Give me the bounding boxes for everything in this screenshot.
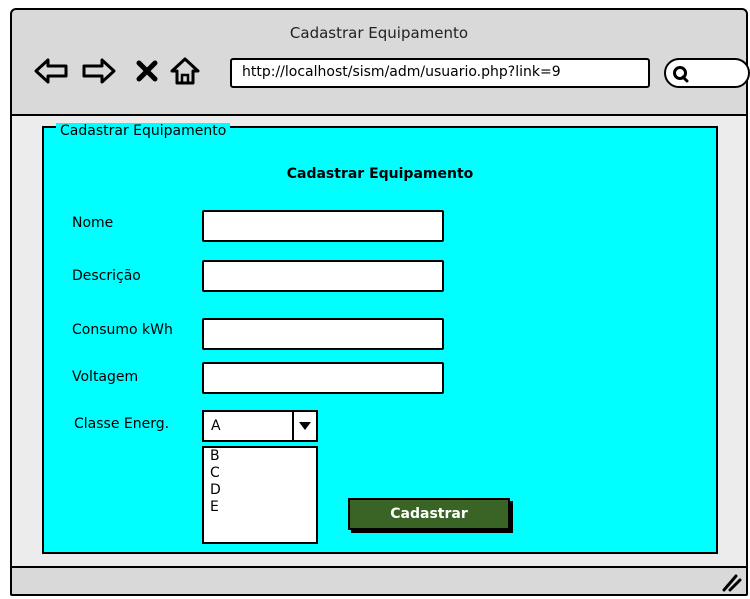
resize-grip-icon[interactable] [720, 570, 742, 592]
nome-label: Nome [72, 215, 114, 231]
classe-option-c[interactable]: C [210, 465, 310, 482]
home-icon[interactable] [168, 54, 202, 88]
consumo-label: Consumo kWh [72, 322, 173, 338]
form-heading: Cadastrar Equipamento [286, 166, 474, 182]
voltagem-input[interactable] [202, 362, 444, 394]
address-bar-text: http://localhost/sism/adm/usuario.php?li… [242, 64, 561, 80]
search-field[interactable] [664, 58, 750, 88]
classe-option-d[interactable]: D [210, 482, 310, 499]
descricao-input[interactable] [202, 260, 444, 292]
forward-arrow-icon[interactable] [82, 54, 116, 88]
status-bar-divider [12, 566, 746, 568]
descricao-label: Descrição [72, 268, 141, 284]
fieldset-legend: Cadastrar Equipamento [56, 123, 231, 139]
classe-selected-value: A [211, 418, 221, 434]
classe-label: Classe Energ. [74, 416, 170, 432]
classe-select[interactable]: A [202, 410, 318, 442]
search-icon [672, 65, 690, 83]
voltagem-label: Voltagem [72, 369, 139, 385]
chevron-down-icon[interactable] [292, 412, 316, 440]
classe-options-list: B C D E [202, 446, 318, 544]
cadastrar-button[interactable]: Cadastrar [348, 498, 510, 530]
close-x-icon[interactable] [130, 54, 164, 88]
window-title: Cadastrar Equipamento [289, 24, 469, 42]
address-bar[interactable]: http://localhost/sism/adm/usuario.php?li… [230, 58, 650, 88]
consumo-input[interactable] [202, 318, 444, 350]
classe-option-b[interactable]: B [210, 448, 310, 465]
back-arrow-icon[interactable] [34, 54, 68, 88]
classe-option-e[interactable]: E [210, 499, 310, 516]
nome-input[interactable] [202, 210, 444, 242]
